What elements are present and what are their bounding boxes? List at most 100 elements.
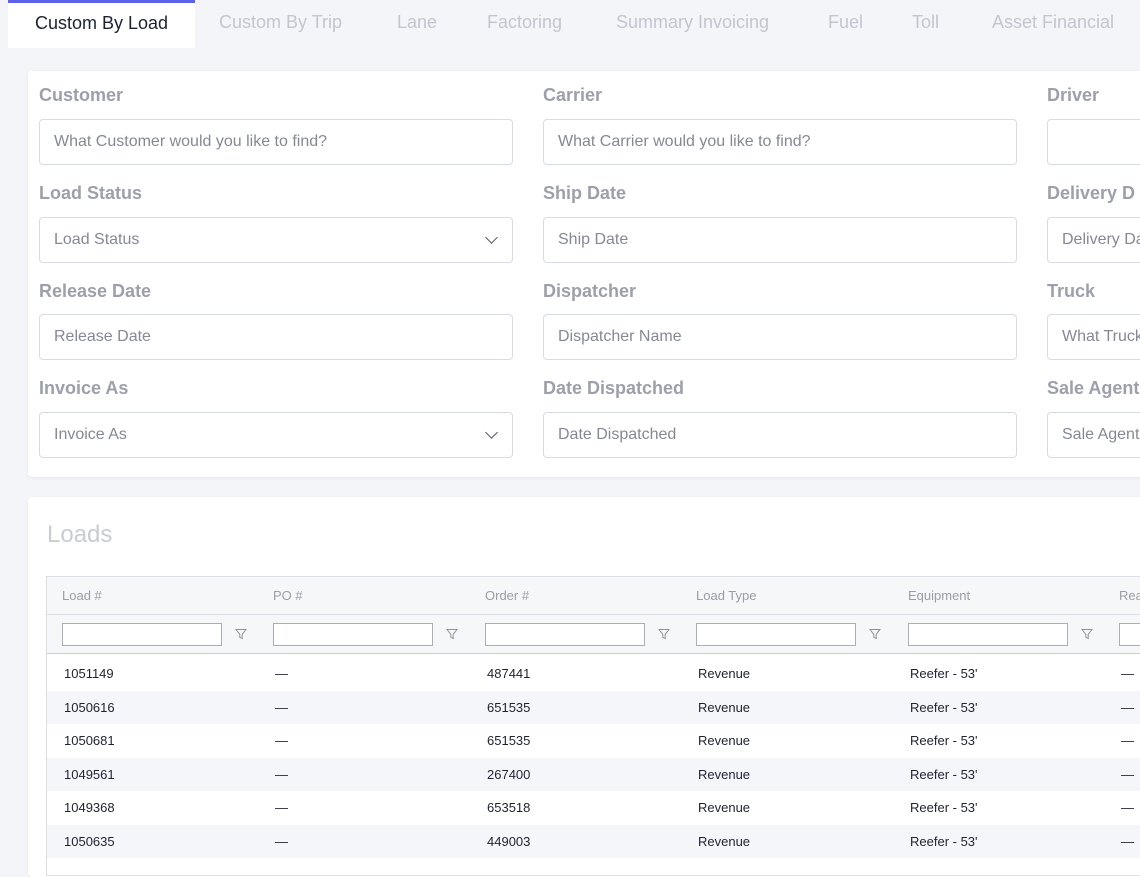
grid-header: Load # PO # Order # Load Type Equipment … xyxy=(47,577,1140,615)
cell-equipment: Reefer - 53' xyxy=(910,833,978,849)
invoice-as-label: Invoice As xyxy=(39,378,129,398)
cell-po: — xyxy=(275,699,288,715)
cell-equipment: Reefer - 53' xyxy=(910,733,978,748)
tab-summary-invoicing[interactable]: Summary Invoicing xyxy=(616,0,769,48)
cell-rea: — xyxy=(1121,699,1134,715)
cell-equipment: Reefer - 53' xyxy=(910,766,978,782)
cell-order: 487441 xyxy=(487,666,531,681)
loads-grid: Load # PO # Order # Load Type Equipment … xyxy=(46,576,1140,876)
cell-load-type: Revenue xyxy=(698,733,751,748)
column-header-load-type[interactable]: Load Type xyxy=(696,577,756,615)
filter-panel: Customer What Customer would you like to… xyxy=(28,71,1140,477)
cell-load: 1051149 xyxy=(64,666,114,681)
table-row[interactable]: 1050616 — 651535 Revenue Reefer - 53' — xyxy=(47,690,1140,724)
date-dispatched-input[interactable]: Date Dispatched xyxy=(543,412,1017,458)
cell-order: 651535 xyxy=(487,699,531,715)
invoice-as-value: Invoice As xyxy=(54,426,127,443)
column-header-rea[interactable]: Rea xyxy=(1119,577,1140,615)
cell-po: — xyxy=(275,833,288,849)
dispatcher-input[interactable]: Dispatcher Name xyxy=(543,314,1017,360)
customer-label: Customer xyxy=(39,85,124,105)
load-status-value: Load Status xyxy=(54,231,140,248)
cell-load: 1049561 xyxy=(64,766,115,782)
tab-fuel[interactable]: Fuel xyxy=(828,0,863,48)
cell-po: — xyxy=(275,766,288,782)
loads-title: Loads xyxy=(47,521,113,548)
date-dispatched-label: Date Dispatched xyxy=(543,378,685,398)
cell-po: — xyxy=(275,800,288,815)
sale-agent-input[interactable]: Sale Agent xyxy=(1047,412,1140,458)
tab-custom-by-load[interactable]: Custom By Load xyxy=(8,0,195,48)
load-status-select[interactable]: Load Status xyxy=(39,217,513,263)
invoice-as-select[interactable]: Invoice As xyxy=(39,412,513,458)
filter-icon[interactable] xyxy=(446,628,458,640)
filter-icon[interactable] xyxy=(1081,628,1093,640)
delivery-date-input[interactable]: Delivery Da xyxy=(1047,217,1140,263)
cell-equipment: Reefer - 53' xyxy=(910,666,978,681)
column-header-order[interactable]: Order # xyxy=(485,577,529,615)
table-row[interactable]: 1050681 — 651535 Revenue Reefer - 53' — xyxy=(47,724,1140,758)
tab-factoring[interactable]: Factoring xyxy=(487,0,562,48)
truck-label: Truck xyxy=(1047,281,1096,301)
delivery-date-label: Delivery D xyxy=(1047,183,1136,203)
filter-input-order[interactable] xyxy=(485,623,645,646)
truck-input[interactable]: What Truck xyxy=(1047,314,1140,360)
driver-input[interactable] xyxy=(1047,119,1140,165)
cell-equipment: Reefer - 53' xyxy=(910,699,978,715)
tab-asset-financial[interactable]: Asset Financial xyxy=(992,0,1114,48)
filter-input-rea[interactable] xyxy=(1119,623,1140,646)
release-date-input[interactable]: Release Date xyxy=(39,314,513,360)
carrier-input[interactable]: What Carrier would you like to find? xyxy=(543,119,1017,165)
cell-load: 1050616 xyxy=(64,699,115,715)
grid-filter-row xyxy=(47,615,1140,654)
table-row[interactable]: 1051149 — 487441 Revenue Reefer - 53' — xyxy=(47,657,1140,691)
filter-input-load-type[interactable] xyxy=(696,623,856,646)
cell-order: 653518 xyxy=(487,800,531,815)
column-header-equipment[interactable]: Equipment xyxy=(908,577,970,615)
filter-icon[interactable] xyxy=(658,628,670,640)
cell-load: 1050681 xyxy=(64,733,115,748)
sale-agent-label: Sale Agent xyxy=(1047,378,1140,398)
tab-toll[interactable]: Toll xyxy=(912,0,939,48)
cell-rea: — xyxy=(1121,666,1134,681)
column-header-po[interactable]: PO # xyxy=(273,577,303,615)
cell-load-type: Revenue xyxy=(698,800,751,815)
chevron-down-icon xyxy=(485,231,498,244)
filter-input-equipment[interactable] xyxy=(908,623,1068,646)
chevron-down-icon xyxy=(485,426,498,439)
cell-rea: — xyxy=(1121,800,1134,815)
cell-load-type: Revenue xyxy=(698,666,751,681)
cell-rea: — xyxy=(1121,733,1134,748)
driver-label: Driver xyxy=(1047,85,1100,105)
cell-po: — xyxy=(275,733,288,748)
tab-lane[interactable]: Lane xyxy=(397,0,437,48)
customer-input[interactable]: What Customer would you like to find? xyxy=(39,119,513,165)
ship-date-input[interactable]: Ship Date xyxy=(543,217,1017,263)
cell-order: 267400 xyxy=(487,766,531,782)
cell-equipment: Reefer - 53' xyxy=(910,800,978,815)
dispatcher-label: Dispatcher xyxy=(543,281,637,301)
table-row[interactable]: 1049561 — 267400 Revenue Reefer - 53' — xyxy=(47,757,1140,791)
cell-po: — xyxy=(275,666,288,681)
filter-icon[interactable] xyxy=(235,628,247,640)
tab-bar: Custom By Load Custom By Trip Lane Facto… xyxy=(0,0,1140,48)
release-date-label: Release Date xyxy=(39,281,152,301)
filter-input-load[interactable] xyxy=(62,623,222,646)
ship-date-label: Ship Date xyxy=(543,183,627,203)
column-header-load[interactable]: Load # xyxy=(62,577,102,615)
cell-load-type: Revenue xyxy=(698,833,751,849)
cell-load-type: Revenue xyxy=(698,699,751,715)
cell-order: 449003 xyxy=(487,833,531,849)
carrier-label: Carrier xyxy=(543,85,603,105)
cell-load: 1050635 xyxy=(64,833,115,849)
cell-rea: — xyxy=(1121,833,1134,849)
loads-panel: Loads Load # PO # Order # Load Type Equi… xyxy=(28,497,1140,877)
cell-load: 1049368 xyxy=(64,800,115,815)
filter-input-po[interactable] xyxy=(273,623,433,646)
tab-custom-by-trip[interactable]: Custom By Trip xyxy=(219,0,342,48)
table-row[interactable]: 1049368 — 653518 Revenue Reefer - 53' — xyxy=(47,791,1140,825)
filter-icon[interactable] xyxy=(869,628,881,640)
cell-order: 651535 xyxy=(487,733,531,748)
table-row[interactable]: 1050635 — 449003 Revenue Reefer - 53' — xyxy=(47,824,1140,858)
load-status-label: Load Status xyxy=(39,183,143,203)
